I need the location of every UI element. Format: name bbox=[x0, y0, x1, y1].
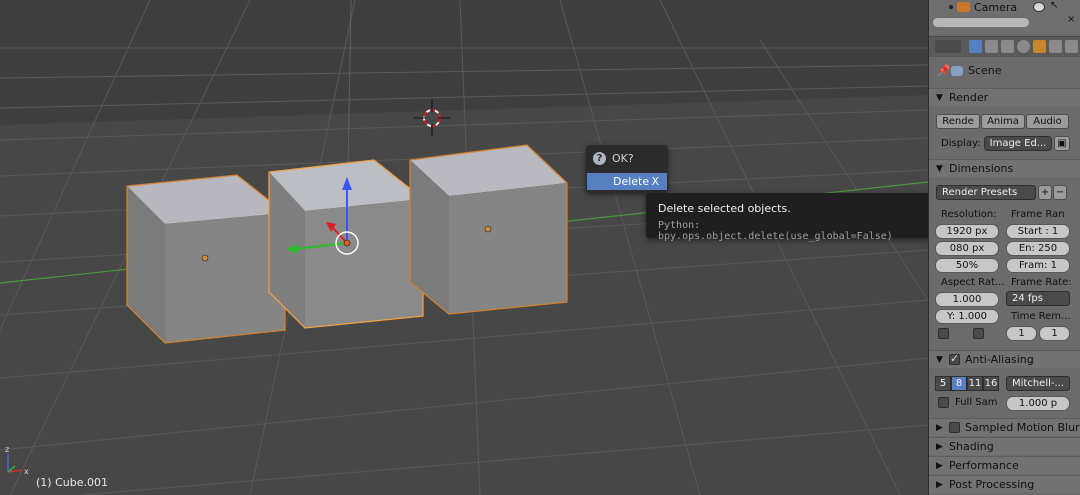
cube-1 bbox=[126, 174, 286, 344]
3d-viewport[interactable]: z x (1) Cube.001 bbox=[0, 0, 928, 495]
expand-triangle-icon: ▼ bbox=[936, 92, 943, 103]
delete-shortcut: X bbox=[651, 175, 659, 188]
time-remap-new-field[interactable]: 1 bbox=[1039, 326, 1070, 341]
aspect-y-field[interactable]: Y: 1.000 bbox=[935, 309, 999, 324]
add-preset-icon[interactable]: + bbox=[1038, 185, 1052, 200]
frame-range-label: Frame Ran bbox=[1011, 209, 1065, 220]
question-icon: ? bbox=[593, 151, 606, 165]
aa-sample-11[interactable]: 11 bbox=[967, 376, 983, 391]
shading-panel-header[interactable]: ▶ Shading bbox=[929, 437, 1080, 455]
aspect-x-field[interactable]: 1.000 bbox=[935, 292, 999, 307]
scene-label: Scene bbox=[968, 64, 1002, 77]
render-layers-tab-icon[interactable] bbox=[985, 40, 998, 53]
aa-filter-dropdown[interactable]: Mitchell-... bbox=[1006, 376, 1070, 391]
render-header: Render bbox=[949, 91, 989, 104]
delete-menu-item[interactable]: Delete X bbox=[587, 173, 667, 190]
frame-rate-dropdown[interactable]: 24 fps bbox=[1006, 291, 1070, 306]
motion-blur-checkbox[interactable] bbox=[949, 422, 960, 433]
popup-title-row: ? OK? bbox=[593, 151, 634, 165]
tooltip-python: Python: bpy.ops.object.delete(use_global… bbox=[658, 220, 893, 242]
time-remap-old-field[interactable]: 1 bbox=[1006, 326, 1037, 341]
resolution-percent-field[interactable]: 50% bbox=[935, 258, 999, 273]
collapse-triangle-icon: ▶ bbox=[936, 422, 943, 433]
object-tab-icon[interactable] bbox=[1033, 40, 1046, 53]
crop-checkbox[interactable] bbox=[973, 328, 984, 339]
popup-title: OK? bbox=[612, 151, 634, 165]
performance-panel-header[interactable]: ▶ Performance bbox=[929, 456, 1080, 474]
visibility-eye-icon[interactable] bbox=[1033, 2, 1045, 12]
aa-sample-8[interactable]: 8 bbox=[951, 376, 967, 391]
axis-x-label: x bbox=[24, 467, 29, 476]
performance-header: Performance bbox=[949, 459, 1019, 472]
delete-tooltip: Delete selected objects. Python: bpy.ops… bbox=[646, 193, 930, 242]
motion-blur-header: Sampled Motion Blur bbox=[965, 421, 1080, 434]
world-tab-icon[interactable] bbox=[1017, 40, 1030, 53]
camera-label: Camera bbox=[974, 0, 1018, 14]
display-label: Display: bbox=[941, 138, 981, 149]
expand-triangle-icon: ▼ bbox=[936, 354, 943, 365]
collapse-triangle-icon: ▶ bbox=[936, 441, 943, 452]
scene-tab-icon[interactable] bbox=[1001, 40, 1014, 53]
anti-aliasing-panel-header[interactable]: ▼ Anti-Aliasing bbox=[929, 350, 1080, 368]
editor-type-icon[interactable] bbox=[935, 40, 961, 53]
frame-rate-label: Frame Rate: bbox=[1011, 277, 1072, 288]
resolution-y-field[interactable]: 080 px bbox=[935, 241, 999, 256]
display-dropdown[interactable]: Image Ed... bbox=[984, 136, 1052, 151]
resolution-x-field[interactable]: 1920 px bbox=[935, 224, 999, 239]
motion-blur-panel-header[interactable]: ▶ Sampled Motion Blur bbox=[929, 418, 1080, 436]
lock-interface-icon[interactable]: ▣ bbox=[1054, 136, 1070, 151]
aa-sample-5[interactable]: 5 bbox=[935, 376, 951, 391]
delete-confirm-popup: ? OK? Delete X bbox=[586, 145, 668, 192]
active-object-status: (1) Cube.001 bbox=[36, 476, 108, 489]
collapse-triangle-icon: ▶ bbox=[936, 479, 943, 490]
scene-canvas[interactable] bbox=[0, 0, 928, 495]
constraints-tab-icon[interactable] bbox=[1049, 40, 1062, 53]
time-remap-label: Time Rem... bbox=[1011, 311, 1071, 322]
anti-aliasing-header: Anti-Aliasing bbox=[965, 353, 1034, 366]
dimensions-panel-header[interactable]: ▼ Dimensions bbox=[929, 159, 1080, 177]
resolution-label: Resolution: bbox=[941, 209, 997, 220]
border-checkbox[interactable] bbox=[938, 328, 949, 339]
animation-button[interactable]: Anima bbox=[981, 114, 1025, 129]
post-processing-panel-header[interactable]: ▶ Post Processing bbox=[929, 475, 1080, 493]
full-sample-label: Full Sam bbox=[955, 397, 998, 408]
axis-z-label: z bbox=[5, 445, 9, 454]
aspect-ratio-label: Aspect Rat... bbox=[941, 277, 1005, 288]
camera-icon bbox=[957, 2, 970, 12]
full-sample-checkbox[interactable] bbox=[938, 397, 949, 408]
audio-button[interactable]: Audio bbox=[1026, 114, 1069, 129]
cube-3 bbox=[409, 144, 568, 315]
pin-icon[interactable]: 📌 bbox=[937, 65, 951, 76]
expand-dot-icon bbox=[949, 5, 953, 9]
render-panel-header[interactable]: ▼ Render bbox=[929, 88, 1080, 106]
render-tab-icon[interactable] bbox=[969, 40, 982, 53]
remove-preset-icon[interactable]: − bbox=[1053, 185, 1067, 200]
context-breadcrumb: 📌 Scene bbox=[937, 64, 1002, 77]
close-x-icon[interactable]: × bbox=[1067, 14, 1075, 25]
frame-step-field[interactable]: Fram: 1 bbox=[1006, 258, 1070, 273]
properties-toolbar bbox=[929, 36, 1080, 57]
render-presets-dropdown[interactable]: Render Presets bbox=[936, 185, 1036, 200]
render-button[interactable]: Rende bbox=[936, 114, 980, 129]
expand-triangle-icon: ▼ bbox=[936, 163, 943, 174]
collapse-triangle-icon: ▶ bbox=[936, 460, 943, 471]
modifiers-tab-icon[interactable] bbox=[1065, 40, 1078, 53]
properties-panel: Camera ↖ × 📌 Scene ▼ Render Rende Anima … bbox=[928, 0, 1080, 495]
shading-header: Shading bbox=[949, 440, 994, 453]
outliner-camera-row[interactable]: Camera bbox=[949, 0, 1017, 14]
filter-size-field[interactable]: 1.000 p bbox=[1006, 396, 1070, 411]
anti-aliasing-checkbox[interactable] bbox=[949, 352, 960, 365]
axis-gizmo: z x bbox=[5, 445, 29, 476]
outliner-scrollbar[interactable] bbox=[933, 18, 1029, 27]
delete-label: Delete bbox=[613, 175, 650, 188]
frame-end-field[interactable]: En: 250 bbox=[1006, 241, 1070, 256]
cursor-select-icon[interactable]: ↖ bbox=[1050, 0, 1058, 11]
frame-start-field[interactable]: Start : 1 bbox=[1006, 224, 1070, 239]
aa-sample-16[interactable]: 16 bbox=[983, 376, 999, 391]
tooltip-description: Delete selected objects. bbox=[658, 202, 791, 215]
dimensions-header: Dimensions bbox=[949, 162, 1014, 175]
post-processing-header: Post Processing bbox=[949, 478, 1035, 491]
outliner: Camera ↖ × bbox=[929, 0, 1080, 34]
scene-icon bbox=[951, 65, 963, 76]
